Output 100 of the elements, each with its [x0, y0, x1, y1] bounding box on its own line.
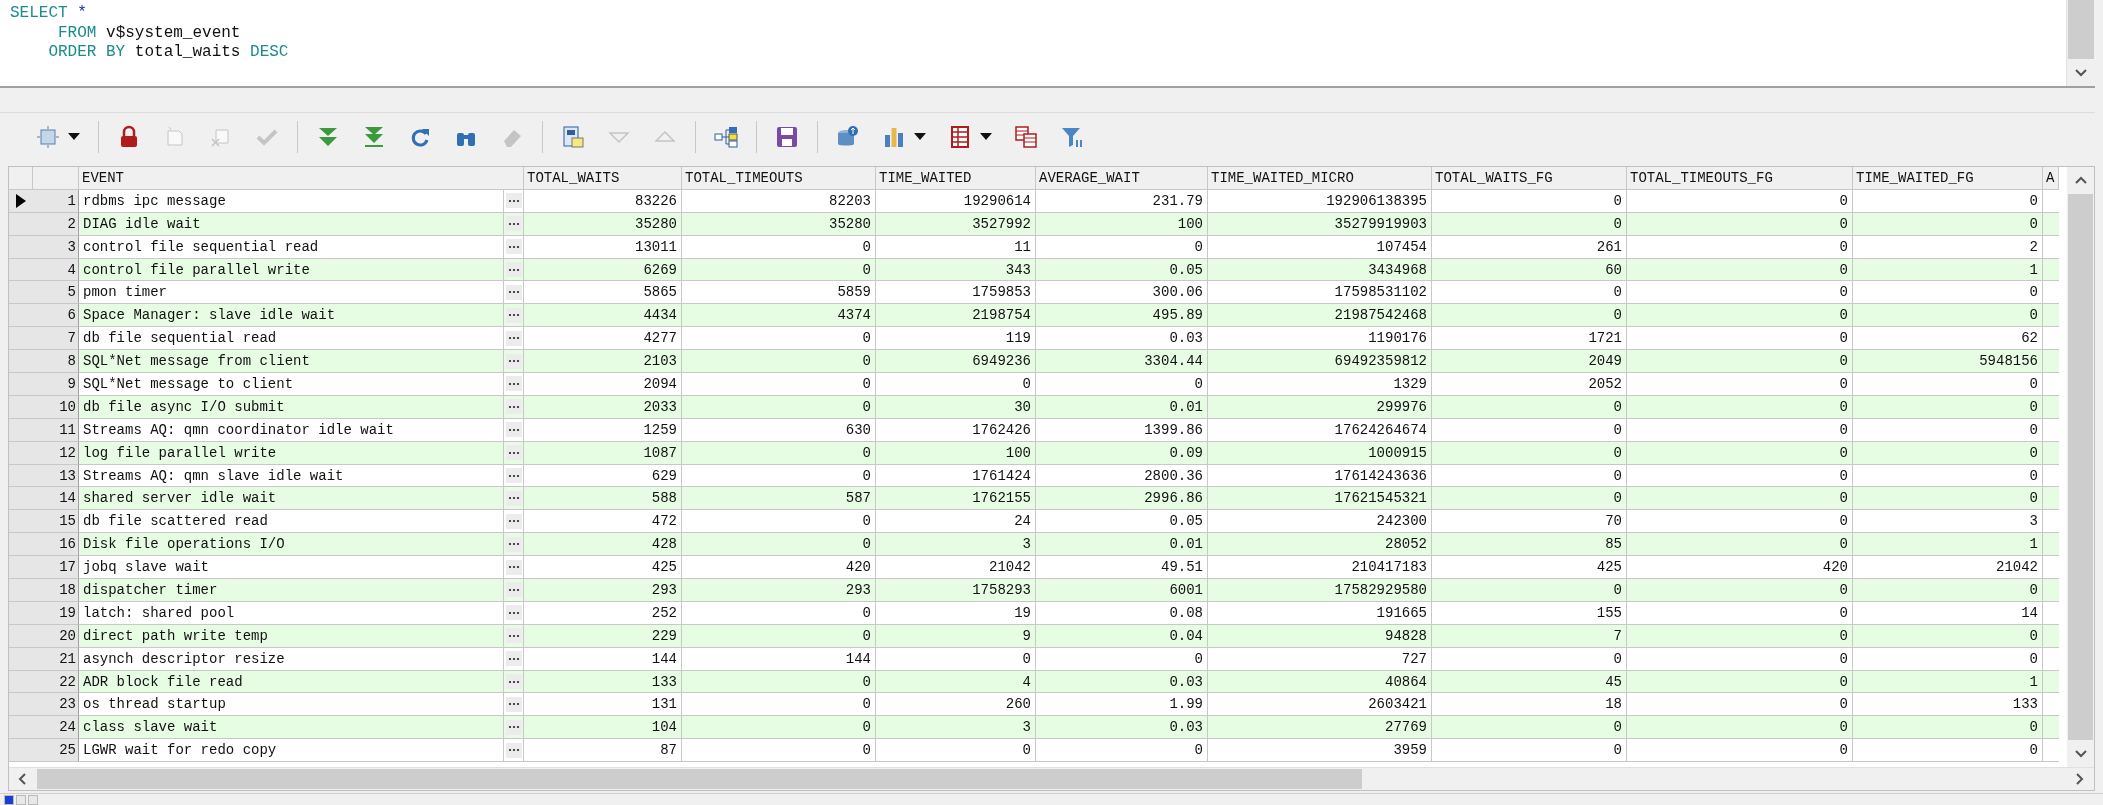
table-cell: 261: [1432, 235, 1627, 259]
ellipsis-button[interactable]: [505, 376, 522, 392]
column-header[interactable]: TOTAL_WAITS: [524, 167, 682, 190]
ellipsis-icon: [507, 587, 520, 592]
ellipsis-button[interactable]: [505, 307, 522, 323]
ellipsis-button[interactable]: [505, 468, 522, 483]
table-cell: 45: [1432, 670, 1627, 694]
table-cell: rdbms ipc message: [79, 189, 504, 213]
caret-icon[interactable]: [980, 133, 992, 141]
table-cell: 0: [682, 373, 876, 396]
ellipsis-icon: [507, 473, 520, 478]
ellipsis-button[interactable]: [505, 262, 522, 277]
table-cell: 27769: [1208, 716, 1432, 740]
column-header[interactable]: A: [2043, 167, 2059, 190]
table-cell: 727: [1208, 647, 1432, 671]
row-number: 6: [33, 304, 79, 328]
ellipsis-button[interactable]: [505, 422, 522, 438]
ellipsis-button[interactable]: [505, 239, 522, 255]
scrollbar-thumb[interactable]: [2068, 194, 2093, 740]
table-cell: 0: [1627, 533, 1853, 557]
table-cell: 0: [682, 624, 876, 648]
table-cell: 1: [1853, 670, 2043, 694]
ellipsis-button[interactable]: [505, 490, 522, 506]
table-cell: 0: [1853, 441, 2043, 465]
table-cell: 0: [1432, 647, 1627, 671]
table-cell: 0: [1627, 235, 1853, 259]
ellipsis-button[interactable]: [505, 216, 522, 232]
table-cell: 0: [1432, 189, 1627, 213]
table-cell: class slave wait: [79, 716, 504, 740]
column-header[interactable]: AVERAGE_WAIT: [1036, 167, 1208, 190]
table-cell: dispatcher timer: [79, 579, 504, 602]
table-cell: 0: [1853, 739, 2043, 763]
table-cell: 2198754: [876, 304, 1036, 328]
ellipsis-button[interactable]: [505, 605, 522, 621]
row-number: 7: [33, 327, 79, 351]
table-cell: 1761424: [876, 464, 1036, 488]
column-header[interactable]: EVENT: [79, 167, 524, 190]
ellipsis-button[interactable]: [505, 399, 522, 415]
table-cell: 21987542468: [1208, 304, 1432, 328]
ellipsis-button[interactable]: [505, 330, 522, 346]
table-cell: 0.01: [1036, 533, 1208, 557]
table-cell: 131: [524, 693, 682, 717]
ellipsis-icon: [507, 725, 520, 730]
caret-icon[interactable]: [68, 133, 80, 141]
column-header[interactable]: TIME_WAITED: [876, 167, 1036, 190]
ellipsis-button[interactable]: [505, 719, 522, 735]
table-cell: 62: [1853, 327, 2043, 351]
table-cell: [2043, 579, 2059, 602]
ellipsis-icon: [507, 565, 520, 570]
table-cell: 17624264674: [1208, 418, 1432, 442]
tree-icon: [714, 125, 738, 149]
ellipsis-button[interactable]: [505, 582, 522, 598]
column-header[interactable]: TOTAL_WAITS_FG: [1432, 167, 1627, 190]
column-header[interactable]: TIME_WAITED_FG: [1853, 167, 2043, 190]
table-cell: 5948156: [1853, 350, 2043, 373]
row-number: 23: [33, 693, 79, 717]
table-cell: 0: [1627, 304, 1853, 328]
ellipsis-button[interactable]: [505, 628, 522, 644]
ellipsis-button[interactable]: [505, 445, 522, 461]
row-number: 3: [33, 235, 79, 259]
column-header[interactable]: TOTAL_TIMEOUTS_FG: [1627, 167, 1853, 190]
table-cell: 0: [876, 739, 1036, 763]
ellipsis-button[interactable]: [505, 353, 522, 369]
caret-icon[interactable]: [914, 133, 926, 141]
table-cell: asynch descriptor resize: [79, 647, 504, 671]
table-cell: 40864: [1208, 670, 1432, 694]
table-cell: direct path write temp: [79, 624, 504, 648]
ellipsis-button[interactable]: [505, 674, 522, 690]
table-cell: 0: [1853, 464, 2043, 488]
table-cell: 0: [1627, 441, 1853, 465]
row-indicator[interactable]: [9, 189, 33, 213]
sql-editor[interactable]: SELECT * FROM v$system_event ORDER BY total_waits DESC: [0, 0, 2095, 88]
code-line: ORDER BY total_waits DESC: [47, 43, 289, 63]
table-cell: 0: [682, 693, 876, 717]
ellipsis-button[interactable]: [505, 284, 522, 300]
ellipsis-button[interactable]: [505, 651, 522, 667]
ellipsis-button[interactable]: [505, 193, 522, 209]
ellipsis-button[interactable]: [505, 559, 522, 575]
column-header[interactable]: TOTAL_TIMEOUTS: [682, 167, 876, 190]
table-cell: 144: [682, 647, 876, 671]
ellipsis-button[interactable]: [505, 513, 522, 529]
ellipsis-button[interactable]: [505, 696, 522, 712]
table-cell: 21042: [876, 556, 1036, 580]
table-cell: 1: [1853, 533, 2043, 557]
table-cell: 1759853: [876, 281, 1036, 305]
table-cell: LGWR wait for redo copy: [79, 739, 504, 763]
row-number: 16: [33, 533, 79, 557]
table-cell: 119: [876, 327, 1036, 351]
table-cell: 7: [1432, 624, 1627, 648]
ellipsis-button[interactable]: [505, 742, 522, 758]
table-cell: 0: [1853, 304, 2043, 328]
scrollbar-thumb[interactable]: [2068, 0, 2094, 59]
table-cell: 0: [1853, 624, 2043, 648]
row-number: 17: [33, 556, 79, 580]
ellipsis-icon: [507, 381, 520, 386]
table-cell: 0: [682, 258, 876, 282]
scrollbar-thumb[interactable]: [37, 769, 1362, 789]
column-header[interactable]: TIME_WAITED_MICRO: [1208, 167, 1432, 190]
ellipsis-button[interactable]: [505, 536, 522, 552]
table-cell: 21042: [1853, 556, 2043, 580]
